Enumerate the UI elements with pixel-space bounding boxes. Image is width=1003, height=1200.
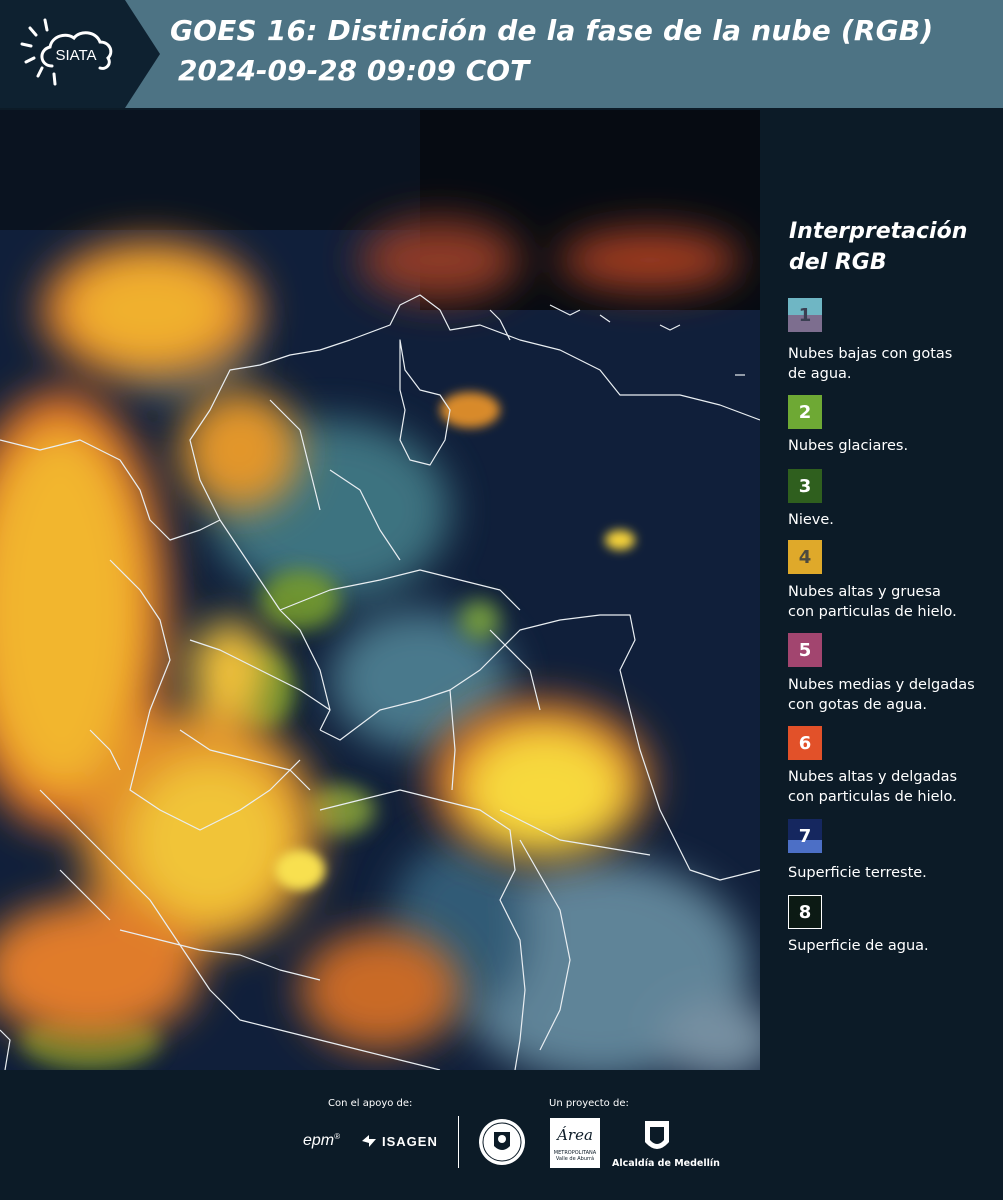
- satellite-image: [0, 110, 760, 1070]
- seal-logo: [478, 1118, 526, 1166]
- legend-swatch-4: 4: [788, 540, 822, 574]
- legend-label-6: Nubes altas y delgadas con particulas de …: [788, 769, 958, 805]
- legend-swatch-5: 5: [788, 633, 822, 667]
- legend-title-line2: del RGB: [789, 250, 887, 275]
- legend-swatch-3: 3: [788, 469, 822, 503]
- legend-title: Interpretación del RGB: [789, 216, 989, 278]
- support-label: Con el apoyo de:: [328, 1098, 413, 1109]
- legend-label-3: Nieve.: [788, 512, 834, 528]
- project-label: Un proyecto de:: [549, 1098, 629, 1109]
- legend-swatch-1: 1: [788, 298, 822, 332]
- siata-logo: SIATA: [0, 0, 160, 108]
- area-metropolitana-logo: Área METROPOLITANA Valle de Aburrá: [550, 1118, 600, 1168]
- legend-label-1: Nubes bajas con gotas de agua.: [788, 346, 953, 382]
- legend-label-5: Nubes medias y delgadas con gotas de agua…: [788, 677, 975, 713]
- epm-logo: epm®: [303, 1132, 341, 1149]
- legend-label-2: Nubes glaciares.: [788, 438, 909, 454]
- legend-swatch-6: 6: [788, 726, 822, 760]
- isagen-mark-icon: [362, 1135, 376, 1147]
- legend-swatch-8: 8: [788, 895, 822, 929]
- legend-label-4: Nubes altas y gruesa con particulas de hi…: [788, 584, 957, 620]
- legend-swatch-2: 2: [788, 395, 822, 429]
- legend-swatch-7: 7: [788, 819, 822, 853]
- header-bar: SIATA GOES 16: Distinción de la fase de …: [0, 0, 1003, 108]
- legend-title-line1: Interpretación: [789, 219, 968, 244]
- siata-logo-text: SIATA: [55, 47, 96, 64]
- legend-label-8: Superficie de agua.: [788, 938, 929, 954]
- satellite-map: [0, 110, 760, 1070]
- page-timestamp: 2024-09-28 09:09 COT: [178, 54, 530, 87]
- legend-panel: Interpretación del RGB 1 Nubes bajas con…: [760, 110, 1003, 1070]
- isagen-logo: ISAGEN: [360, 1133, 438, 1149]
- page-title: GOES 16: Distinción de la fase de la nub…: [170, 14, 934, 47]
- alcaldia-shield-icon: [642, 1118, 672, 1156]
- footer-divider: [458, 1116, 459, 1168]
- legend-label-7: Superficie terreste.: [788, 865, 927, 881]
- alcaldia-label: Alcaldía de Medellín: [612, 1158, 720, 1169]
- footer: Con el apoyo de: Un proyecto de: epm® IS…: [0, 1070, 1003, 1200]
